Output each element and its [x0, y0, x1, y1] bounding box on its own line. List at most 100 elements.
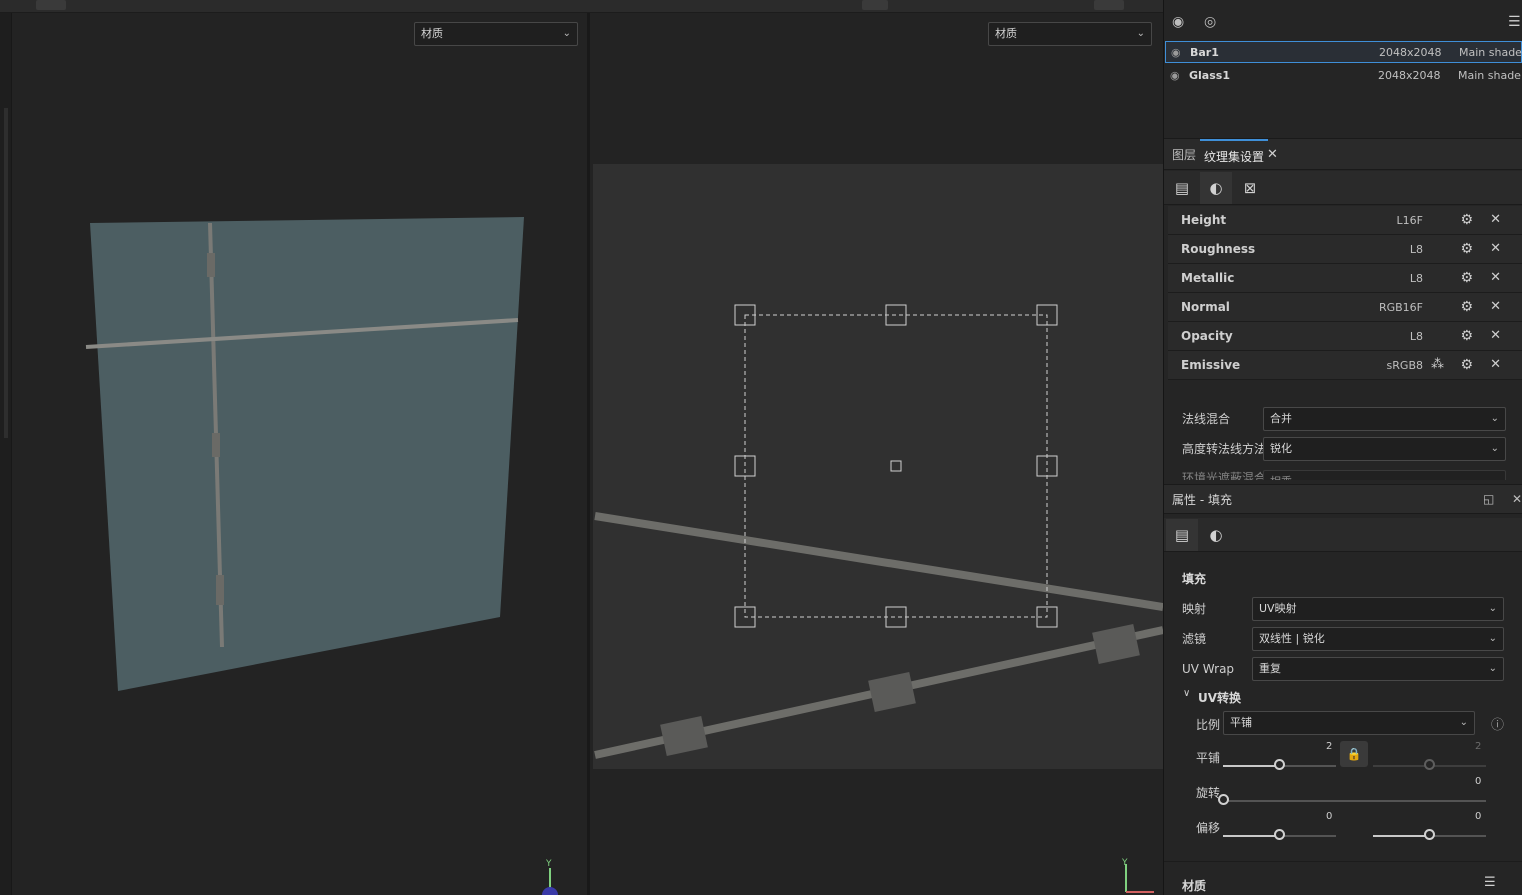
offset-v-handle[interactable]: [1424, 829, 1435, 840]
eye-icon[interactable]: ◉: [1170, 65, 1180, 87]
rotation-slider[interactable]: [1223, 800, 1486, 802]
offset-u-value[interactable]: 0: [1326, 811, 1332, 822]
rotation-handle[interactable]: [1217, 794, 1229, 805]
eye-icon[interactable]: ◉: [1171, 42, 1181, 64]
close-icon[interactable]: ✕: [1490, 241, 1501, 256]
channel-format[interactable]: L16F: [1397, 206, 1423, 235]
gear-icon[interactable]: ⚙: [1460, 328, 1473, 344]
transform-handle[interactable]: [1036, 455, 1058, 477]
close-icon[interactable]: ✕: [1490, 212, 1501, 227]
channel-format[interactable]: L8: [1410, 235, 1423, 264]
tab-layers[interactable]: 图层: [1172, 139, 1196, 171]
uv-transform-title[interactable]: UV转换: [1198, 689, 1241, 706]
eye-icon[interactable]: ◎: [1204, 14, 1216, 30]
height-to-normal-label: 高度转法线方法: [1182, 442, 1267, 456]
transform-box[interactable]: [744, 314, 1048, 618]
scale-select[interactable]: 平铺 ⌄: [1223, 711, 1475, 735]
channel-row-height[interactable]: Height L16F ⚙ ✕: [1168, 206, 1522, 235]
gear-icon[interactable]: ⚙: [1460, 357, 1473, 373]
settings-panel-icon[interactable]: ▤: [1166, 519, 1198, 551]
material-sphere-icon[interactable]: ◐: [1200, 172, 1232, 204]
lock-icon[interactable]: 🔒: [1340, 741, 1368, 767]
uvwrap-label: UV Wrap: [1182, 662, 1235, 676]
filter-select[interactable]: 双线性 | 锐化 ⌄: [1252, 627, 1504, 651]
gear-icon[interactable]: ⚙: [1460, 299, 1473, 315]
offset-v-value[interactable]: 0: [1475, 811, 1481, 822]
channel-row-roughness[interactable]: Roughness L8 ⚙ ✕: [1168, 235, 1522, 264]
glass-panel-model: [85, 217, 558, 895]
slider-fill: [1223, 765, 1280, 767]
channel-row-metallic[interactable]: Metallic L8 ⚙ ✕: [1168, 264, 1522, 293]
tiling-u-handle[interactable]: [1274, 759, 1285, 770]
transform-handle[interactable]: [885, 606, 907, 628]
channel-format[interactable]: sRGB8: [1387, 351, 1423, 380]
close-icon[interactable]: ✕: [1490, 328, 1501, 343]
texture-set-size: 2048x2048: [1379, 46, 1442, 59]
gear-icon[interactable]: ⚙: [1460, 212, 1473, 228]
channel-list: Height L16F ⚙ ✕ Roughness L8 ⚙ ✕ Metalli…: [1168, 206, 1522, 380]
settings-panel-icon[interactable]: ▤: [1166, 172, 1198, 204]
bar-clip: [207, 253, 215, 277]
tab-texture-set-settings[interactable]: 纹理集设置: [1200, 139, 1269, 171]
uv-clip: [868, 671, 916, 713]
chevron-down-icon: ⌄: [1490, 413, 1499, 424]
uvwrap-value: 重复: [1259, 662, 1281, 675]
channel-format[interactable]: RGB16F: [1379, 293, 1423, 322]
texture-set-row-glass1[interactable]: ◉ Glass1 2048x2048 Main shader: [1165, 65, 1522, 87]
height-to-normal-select[interactable]: 锐化 ⌄: [1263, 437, 1506, 461]
close-icon[interactable]: ✕: [1490, 299, 1501, 314]
channel-format[interactable]: L8: [1410, 264, 1423, 293]
uvwrap-select[interactable]: 重复 ⌄: [1252, 657, 1504, 681]
ao-mix-row: 环境光遮蔽混合 相乘: [1182, 466, 1506, 480]
menu-icon[interactable]: ☰: [1484, 875, 1496, 890]
channel-row-opacity[interactable]: Opacity L8 ⚙ ✕: [1168, 322, 1522, 351]
mapping-select[interactable]: UV映射 ⌄: [1252, 597, 1504, 621]
channel-row-normal[interactable]: Normal RGB16F ⚙ ✕: [1168, 293, 1522, 322]
close-tab-icon[interactable]: ✕: [1267, 147, 1278, 162]
channel-name: Opacity: [1181, 329, 1233, 343]
chevron-down-icon[interactable]: ∨: [1183, 688, 1190, 699]
toolbar-button[interactable]: [36, 0, 66, 10]
uv-crop-icon[interactable]: ⊠: [1234, 172, 1266, 204]
filter-row: 滤镜 双线性 | 锐化 ⌄: [1182, 626, 1504, 652]
menu-icon[interactable]: ☰: [1508, 14, 1521, 30]
channel-row-emissive[interactable]: Emissive sRGB8 ⁂ ⚙ ✕: [1168, 351, 1522, 380]
tiling-u-value[interactable]: 2: [1326, 741, 1332, 752]
axis-gizmo-z: [542, 887, 558, 895]
uv-canvas[interactable]: [593, 164, 1163, 769]
section-material-title: 材质: [1182, 879, 1207, 893]
panel-tabs: 图层 纹理集设置 ✕: [1164, 138, 1522, 170]
close-icon[interactable]: ✕: [1512, 492, 1522, 506]
float-window-icon[interactable]: ◱: [1483, 492, 1494, 506]
viewport-2d-display-select[interactable]: 材质 ⌄: [988, 22, 1152, 46]
eye-refresh-icon[interactable]: ◉: [1172, 14, 1184, 30]
gear-icon[interactable]: ⚙: [1460, 241, 1473, 257]
ao-mix-label: 环境光遮蔽混合: [1182, 471, 1267, 480]
offset-u-handle[interactable]: [1274, 829, 1285, 840]
channel-format[interactable]: L8: [1410, 322, 1423, 351]
tiling-label: 平铺: [1196, 751, 1221, 765]
rotation-value[interactable]: 0: [1475, 776, 1481, 787]
left-tool-strip: [0, 13, 12, 895]
toolbar-button[interactable]: [862, 0, 888, 10]
normal-mix-select[interactable]: 合并 ⌄: [1263, 407, 1506, 431]
close-icon[interactable]: ✕: [1490, 357, 1501, 372]
viewport-toolbar: [0, 0, 1163, 13]
tiling-v-handle[interactable]: [1424, 759, 1435, 770]
close-icon[interactable]: ✕: [1490, 270, 1501, 285]
gear-icon[interactable]: ⚙: [1460, 270, 1473, 286]
info-icon[interactable]: ⓘ: [1491, 714, 1504, 733]
color-channels-icon[interactable]: ⁂: [1431, 357, 1444, 372]
mapping-row: 映射 UV映射 ⌄: [1182, 596, 1504, 622]
tool-strip-scrollbar[interactable]: [4, 108, 8, 438]
ao-mix-select[interactable]: 相乘: [1263, 470, 1506, 480]
transform-pivot[interactable]: [890, 460, 902, 472]
axis-gizmo-2d: Y: [1122, 858, 1156, 895]
material-sphere-icon[interactable]: ◐: [1200, 519, 1232, 551]
toolbar-button[interactable]: [1094, 0, 1124, 10]
texture-set-row-bar1[interactable]: ◉ Bar1 2048x2048 Main shader: [1165, 41, 1522, 63]
viewport-3d[interactable]: 材质 ⌄ Y: [12, 13, 587, 895]
tiling-v-value[interactable]: 2: [1475, 741, 1481, 752]
bar-clip: [216, 575, 224, 605]
mapping-value: UV映射: [1259, 602, 1297, 615]
